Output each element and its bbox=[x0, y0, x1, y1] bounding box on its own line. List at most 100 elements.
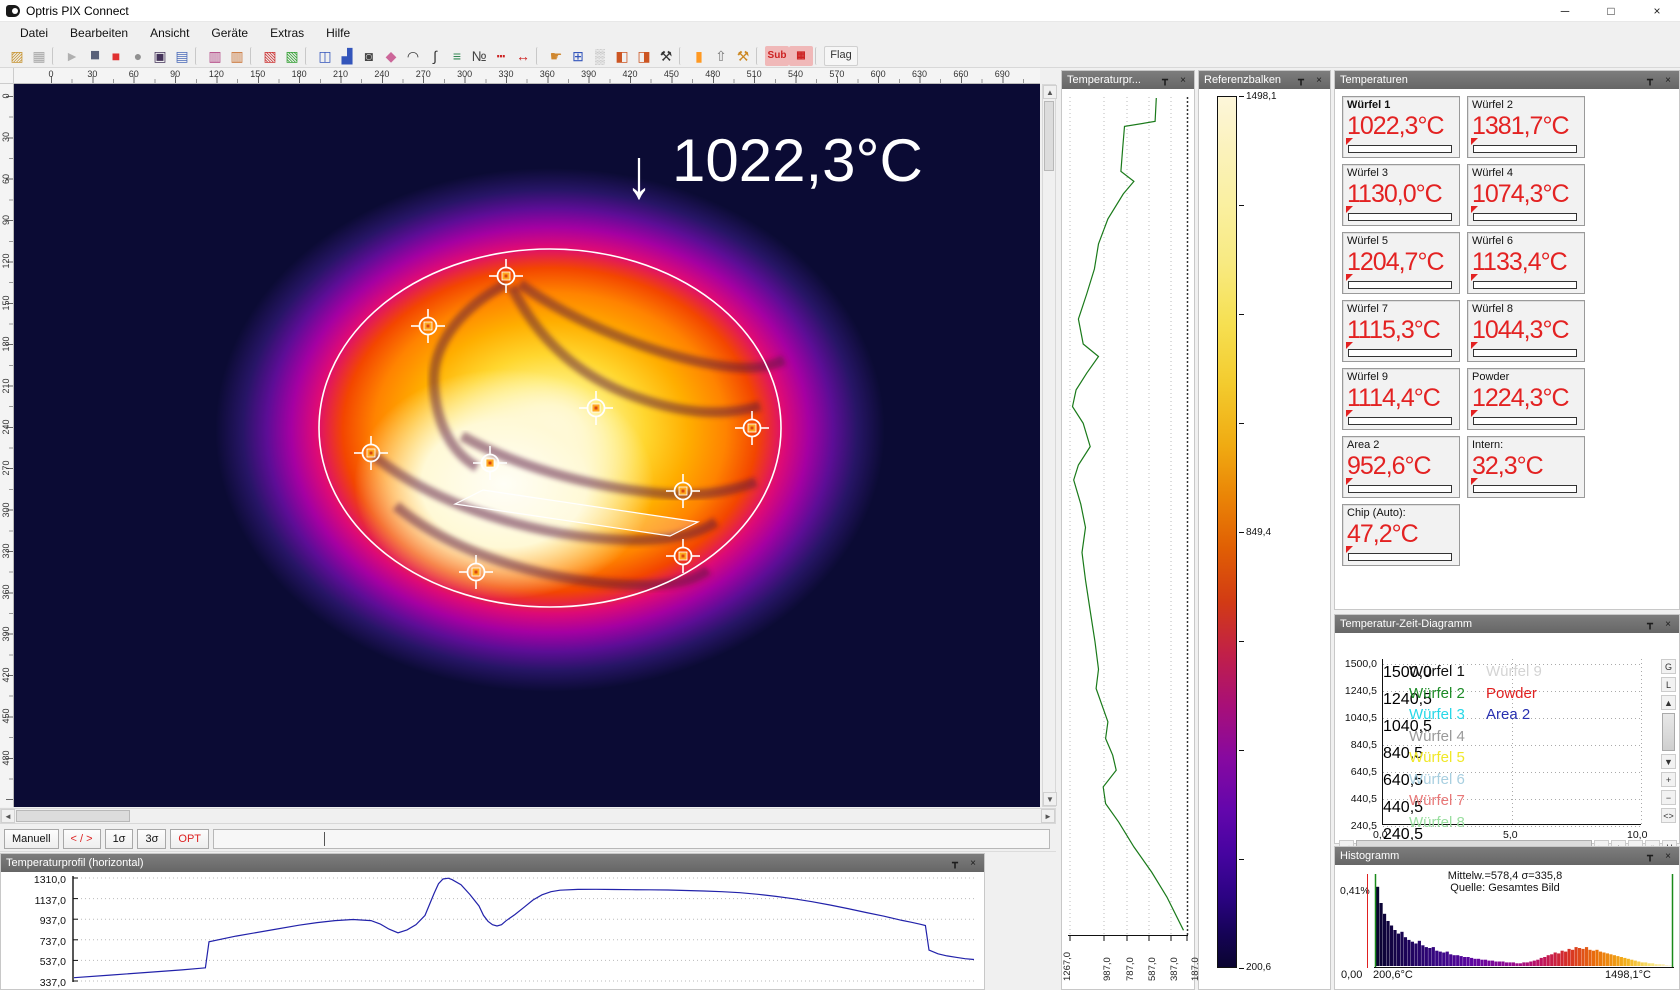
flame-icon[interactable]: ▮ bbox=[688, 46, 710, 66]
pin-icon[interactable]: ┳ bbox=[1644, 619, 1656, 630]
legend-entry[interactable]: Würfel 1 bbox=[1409, 663, 1465, 680]
subtract-icon[interactable]: Sub bbox=[765, 46, 789, 66]
menu-item[interactable]: Extras bbox=[260, 23, 314, 43]
separator[interactable] bbox=[305, 47, 312, 65]
temperature-cell[interactable]: Area 2 952,6°C bbox=[1342, 436, 1460, 498]
diagram-lines-icon[interactable]: ≡ bbox=[446, 46, 468, 66]
thermal-image[interactable]: ↓ 1022,3°C bbox=[14, 84, 1040, 807]
profile-control-button[interactable]: < / > bbox=[63, 829, 101, 849]
measure-point-marker[interactable] bbox=[411, 309, 445, 343]
palette-shift-right-icon[interactable]: ◧ bbox=[611, 46, 633, 66]
profile-icon[interactable]: ◠ bbox=[402, 46, 424, 66]
close-icon[interactable]: × bbox=[1662, 619, 1674, 630]
play-icon[interactable]: ► bbox=[61, 46, 83, 66]
legend-entry[interactable]: Würfel 7 bbox=[1409, 792, 1465, 809]
save-image-icon[interactable]: ▥ bbox=[204, 46, 226, 66]
separator[interactable] bbox=[679, 47, 686, 65]
temperature-cell[interactable]: Würfel 7 1115,3°C bbox=[1342, 300, 1460, 362]
profile-control-button[interactable]: Manuell bbox=[4, 829, 59, 849]
temperature-cell[interactable]: Chip (Auto): 47,2°C bbox=[1342, 504, 1460, 566]
measure-point-marker[interactable] bbox=[579, 391, 613, 425]
fullscreen-icon[interactable]: ⊞ bbox=[567, 46, 589, 66]
maximize-button[interactable]: □ bbox=[1588, 0, 1634, 22]
profile-control-button[interactable]: 3σ bbox=[137, 829, 166, 849]
flag-button[interactable]: Flag bbox=[824, 46, 858, 66]
temperature-cell[interactable]: Würfel 1 1022,3°C bbox=[1342, 96, 1460, 158]
profile-control-button[interactable]: 1σ bbox=[105, 829, 134, 849]
close-icon[interactable]: × bbox=[1662, 75, 1674, 86]
separator[interactable] bbox=[756, 47, 763, 65]
legend-entry[interactable]: Würfel 8 bbox=[1409, 814, 1465, 831]
legend-entry[interactable]: Würfel 2 bbox=[1409, 685, 1465, 702]
scroll-up-icon[interactable]: ▲ bbox=[1661, 695, 1676, 710]
temperature-cell[interactable]: Würfel 4 1074,3°C bbox=[1467, 164, 1585, 226]
separator[interactable] bbox=[536, 47, 543, 65]
separator[interactable] bbox=[52, 47, 59, 65]
close-icon[interactable]: × bbox=[1662, 851, 1674, 862]
pin-icon[interactable]: ┳ bbox=[1644, 75, 1656, 86]
save-icon[interactable]: ▦ bbox=[28, 46, 50, 66]
measure-icon[interactable]: ↔ bbox=[512, 46, 534, 66]
temperature-cell[interactable]: Würfel 6 1133,4°C bbox=[1467, 232, 1585, 294]
temperature-cell[interactable]: Intern: 32,3°C bbox=[1467, 436, 1585, 498]
zoom-out-button[interactable]: − bbox=[1661, 790, 1676, 805]
legend-entry[interactable]: Würfel 6 bbox=[1409, 771, 1465, 788]
video-icon[interactable]: ◙ bbox=[358, 46, 380, 66]
zoom-in-button[interactable]: + bbox=[1661, 772, 1676, 787]
legend-entry[interactable]: Würfel 3 bbox=[1409, 706, 1465, 723]
separator[interactable] bbox=[195, 47, 202, 65]
digital-display-icon[interactable]: № bbox=[468, 46, 490, 66]
temperature-cell[interactable]: Würfel 9 1114,4°C bbox=[1342, 368, 1460, 430]
temperature-cell[interactable]: Powder 1224,3°C bbox=[1467, 368, 1585, 430]
legend-entry[interactable]: Powder bbox=[1486, 685, 1537, 702]
temperature-cell[interactable]: Würfel 8 1044,3°C bbox=[1467, 300, 1585, 362]
copy-icon[interactable]: ▤ bbox=[171, 46, 193, 66]
menu-item[interactable]: Geräte bbox=[201, 23, 258, 43]
scrollbar-thumb[interactable] bbox=[1662, 713, 1675, 751]
palette-shift-left-icon[interactable]: ◨ bbox=[633, 46, 655, 66]
menu-item[interactable]: Hilfe bbox=[316, 23, 360, 43]
profile-input-field[interactable] bbox=[213, 829, 1050, 849]
separator[interactable] bbox=[815, 47, 822, 65]
palette-play-icon[interactable]: ▧ bbox=[281, 46, 303, 66]
pause-icon[interactable]: ▮▮ bbox=[83, 46, 105, 66]
scrollbar-thumb[interactable] bbox=[16, 810, 130, 822]
open-file-icon[interactable]: ▨ bbox=[6, 46, 28, 66]
color-wand-icon[interactable]: ◆ bbox=[380, 46, 402, 66]
legend-entry[interactable]: Würfel 9 bbox=[1486, 663, 1542, 680]
profile-control-button[interactable]: OPT bbox=[170, 829, 209, 849]
pin-icon[interactable]: ┳ bbox=[1159, 75, 1171, 86]
record-icon[interactable]: ● bbox=[127, 46, 149, 66]
legend-entry[interactable]: Würfel 4 bbox=[1409, 728, 1465, 745]
image-vertical-scrollbar[interactable]: ▲ ▼ bbox=[1042, 84, 1056, 807]
temperature-cell[interactable]: Würfel 3 1130,0°C bbox=[1342, 164, 1460, 226]
menu-item[interactable]: Ansicht bbox=[140, 23, 199, 43]
gain-button[interactable]: G bbox=[1661, 659, 1676, 674]
scroll-right-icon[interactable]: ► bbox=[1041, 809, 1055, 823]
legend-entry[interactable]: Würfel 5 bbox=[1409, 749, 1465, 766]
level-button[interactable]: L bbox=[1661, 677, 1676, 692]
scroll-up-icon[interactable]: ▲ bbox=[1043, 85, 1057, 99]
close-icon[interactable]: × bbox=[967, 858, 979, 869]
scroll-down-icon[interactable]: ▼ bbox=[1043, 792, 1057, 806]
scrollbar-thumb[interactable] bbox=[1044, 101, 1054, 171]
settings-tools-icon[interactable]: ⚒ bbox=[655, 46, 677, 66]
temperature-cell[interactable]: Würfel 5 1204,7°C bbox=[1342, 232, 1460, 294]
minimize-button[interactable]: ─ bbox=[1542, 0, 1588, 22]
temperature-cell[interactable]: Würfel 2 1381,7°C bbox=[1467, 96, 1585, 158]
save-subtract-icon[interactable]: ▦ bbox=[789, 46, 813, 66]
measure-point-marker[interactable] bbox=[735, 411, 769, 445]
image-disabled-icon[interactable]: ▒ bbox=[589, 46, 611, 66]
hand-icon[interactable]: ☛ bbox=[545, 46, 567, 66]
palette-marker-icon[interactable]: ▧ bbox=[259, 46, 281, 66]
separator[interactable] bbox=[250, 47, 257, 65]
pin-icon[interactable]: ┳ bbox=[1295, 75, 1307, 86]
copy-image-icon[interactable]: ▥ bbox=[226, 46, 248, 66]
image-horizontal-scrollbar[interactable]: ◄ ► bbox=[0, 808, 1056, 824]
tools-colored-icon[interactable]: ⚒ bbox=[732, 46, 754, 66]
pin-icon[interactable]: ┳ bbox=[1644, 851, 1656, 862]
legend-entry[interactable]: Area 2 bbox=[1486, 706, 1530, 723]
stop-record-icon[interactable]: ■ bbox=[105, 46, 127, 66]
profile-vertical-icon[interactable]: ∫ bbox=[424, 46, 446, 66]
close-button[interactable]: × bbox=[1634, 0, 1680, 22]
